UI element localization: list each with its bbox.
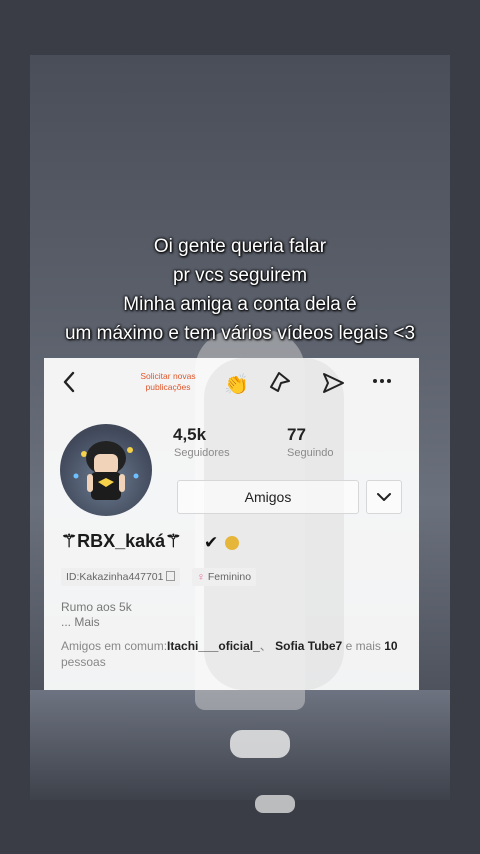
verified-check-icon: ✔: [204, 533, 219, 552]
common-friends-suffix: pessoas: [61, 655, 106, 669]
caption-line-1: Oi gente queria falar: [153, 236, 327, 257]
star-outline-icon[interactable]: [267, 369, 293, 395]
following-count[interactable]: 77: [287, 425, 306, 445]
caption-line-4: um máximo e tem vários vídeos legais <3: [64, 323, 416, 344]
common-friends-separator: 、: [259, 639, 272, 653]
gender-text: Feminino: [207, 571, 252, 583]
profile-card: Solicitar novas publicações 👏 4,5k Segui…: [44, 358, 419, 690]
following-label[interactable]: Seguindo: [287, 447, 334, 459]
friends-button[interactable]: Amigos: [177, 480, 359, 514]
more-dots-icon[interactable]: [370, 371, 394, 391]
caption-line-3: Minha amiga a conta dela é: [123, 294, 357, 315]
chevron-left-icon[interactable]: [58, 368, 80, 396]
followers-count[interactable]: 4,5k: [173, 425, 206, 445]
more-options-dropdown[interactable]: [366, 480, 402, 514]
badge-icon: [225, 536, 239, 550]
copy-icon[interactable]: [165, 571, 175, 581]
username: ⚚RBX_kaká⚚: [61, 531, 182, 551]
character-shoe: [230, 730, 290, 758]
common-friends-middle: e mais: [342, 639, 385, 653]
profile-bio: Rumo aos 5k ... Mais: [61, 600, 132, 630]
user-id-tag[interactable]: ID:Kakazinha447701: [61, 568, 180, 586]
common-friends-count: 10: [384, 639, 398, 653]
character-shoe-reflection: [255, 795, 295, 813]
profile-avatar[interactable]: [60, 424, 152, 516]
common-friend-1[interactable]: Itachi___oficial_: [167, 639, 260, 653]
common-friends-prefix: Amigos em comum:: [61, 639, 168, 653]
clapping-hands-icon[interactable]: 👏: [224, 374, 249, 396]
common-friends[interactable]: Amigos em comum:Itachi___oficial_、 Sofia…: [61, 638, 411, 670]
caption-line-2: pr vcs seguirem: [172, 265, 308, 286]
user-id-text: ID:Kakazinha447701: [66, 571, 164, 583]
share-icon[interactable]: [320, 370, 346, 396]
request-posts-button[interactable]: Solicitar novas publicações: [134, 371, 202, 393]
female-gender-icon: ♀: [197, 571, 205, 583]
common-friend-2[interactable]: Sofia Tube7: [275, 639, 342, 653]
gender-tag: ♀ Feminino: [192, 568, 257, 586]
chevron-down-icon: [377, 493, 391, 501]
followers-label[interactable]: Seguidores: [174, 447, 230, 459]
bio-more-link[interactable]: ... Mais: [61, 615, 132, 630]
bio-line: Rumo aos 5k: [61, 600, 132, 614]
video-caption: Oi gente queria falar pr vcs seguirem Mi…: [0, 232, 480, 348]
